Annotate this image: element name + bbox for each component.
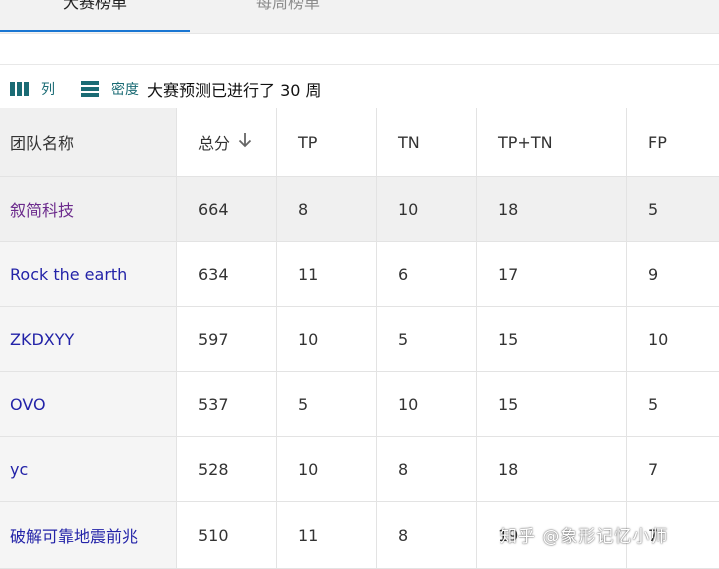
column-header-label: FP	[648, 132, 667, 152]
column-header-label: TN	[398, 132, 420, 152]
team-link[interactable]: 叙简科技	[10, 197, 74, 221]
tp-cell: 5	[277, 372, 377, 437]
tp-cell: 8	[277, 177, 377, 242]
column-header-label: 团队名称	[10, 134, 75, 153]
tab-weekly-leaderboard[interactable]: 每周榜单	[190, 0, 386, 33]
team-cell: 叙简科技	[0, 177, 177, 242]
column-header-label: 总分	[198, 134, 231, 153]
tp-cell: 10	[277, 437, 377, 502]
fp-cell: 5	[627, 372, 719, 437]
tp-tn-cell: 18	[477, 177, 627, 242]
tn-cell: 6	[377, 242, 477, 307]
column-header-label: TP	[298, 132, 318, 152]
column-header-fp[interactable]: FP	[627, 108, 719, 177]
tab-contest-leaderboard[interactable]: 大赛榜单	[0, 0, 190, 33]
column-header-tp[interactable]: TP	[277, 108, 377, 177]
tn-cell: 10	[377, 177, 477, 242]
total-cell: 510	[177, 502, 277, 569]
grid-toolbar: 列 密度 大赛预测已进行了 30 周	[0, 74, 719, 104]
grid-header-row: 团队名称 总分 TP TN TP+TN FP	[0, 108, 719, 177]
fp-cell: 7	[627, 437, 719, 502]
column-header-tn[interactable]: TN	[377, 108, 477, 177]
tn-cell: 5	[377, 307, 477, 372]
table-row[interactable]: Rock the earth 634 11 6 17 9	[0, 242, 719, 307]
tn-cell: 8	[377, 437, 477, 502]
tp-tn-cell: 15	[477, 307, 627, 372]
team-cell: OVO	[0, 372, 177, 437]
team-link[interactable]: yc	[10, 460, 28, 479]
tp-cell: 11	[277, 502, 377, 569]
team-link[interactable]: ZKDXYY	[10, 330, 74, 349]
tn-cell: 10	[377, 372, 477, 437]
tp-cell: 11	[277, 242, 377, 307]
arrow-down-icon[interactable]	[238, 132, 252, 152]
team-link[interactable]: OVO	[10, 395, 46, 414]
team-link[interactable]: 破解可靠地震前兆	[10, 523, 138, 547]
column-header-total[interactable]: 总分	[177, 108, 277, 177]
tp-tn-cell: 15	[477, 372, 627, 437]
active-tab-indicator	[0, 30, 190, 32]
total-cell: 634	[177, 242, 277, 307]
team-cell: Rock the earth	[0, 242, 177, 307]
tp-tn-cell: 17	[477, 242, 627, 307]
fp-cell: 5	[627, 177, 719, 242]
view-column-icon	[10, 82, 29, 96]
table-row[interactable]: OVO 537 5 10 15 5	[0, 372, 719, 437]
columns-button-label: 列	[41, 82, 55, 98]
column-header-tp-tn[interactable]: TP+TN	[477, 108, 627, 177]
total-cell: 597	[177, 307, 277, 372]
tp-tn-cell: 18	[477, 437, 627, 502]
column-header-label: TP+TN	[498, 132, 553, 152]
density-button-label: 密度	[111, 82, 139, 98]
density-icon	[81, 81, 99, 97]
table-row[interactable]: ZKDXYY 597 10 5 15 10	[0, 307, 719, 372]
team-cell: yc	[0, 437, 177, 502]
columns-button[interactable]: 列	[10, 75, 55, 103]
table-row[interactable]: 叙简科技 664 8 10 18 5	[0, 177, 719, 242]
fp-cell: 9	[627, 242, 719, 307]
fp-cell: 10	[627, 307, 719, 372]
density-button[interactable]: 密度	[81, 75, 139, 103]
leaderboard-tabs: 大赛榜单 每周榜单	[0, 0, 719, 34]
team-link[interactable]: Rock the earth	[10, 265, 127, 284]
table-row[interactable]: yc 528 10 8 18 7	[0, 437, 719, 502]
tp-cell: 10	[277, 307, 377, 372]
zhihu-watermark: 知乎 @象形记忆小师	[500, 527, 669, 547]
total-cell: 528	[177, 437, 277, 502]
tn-cell: 8	[377, 502, 477, 569]
total-cell: 664	[177, 177, 277, 242]
total-cell: 537	[177, 372, 277, 437]
team-cell: 破解可靠地震前兆	[0, 502, 177, 569]
tab-panel-spacer	[0, 34, 719, 65]
contest-progress-text: 大赛预测已进行了 30 周	[147, 81, 322, 100]
team-cell: ZKDXYY	[0, 307, 177, 372]
column-header-team[interactable]: 团队名称	[0, 108, 177, 177]
